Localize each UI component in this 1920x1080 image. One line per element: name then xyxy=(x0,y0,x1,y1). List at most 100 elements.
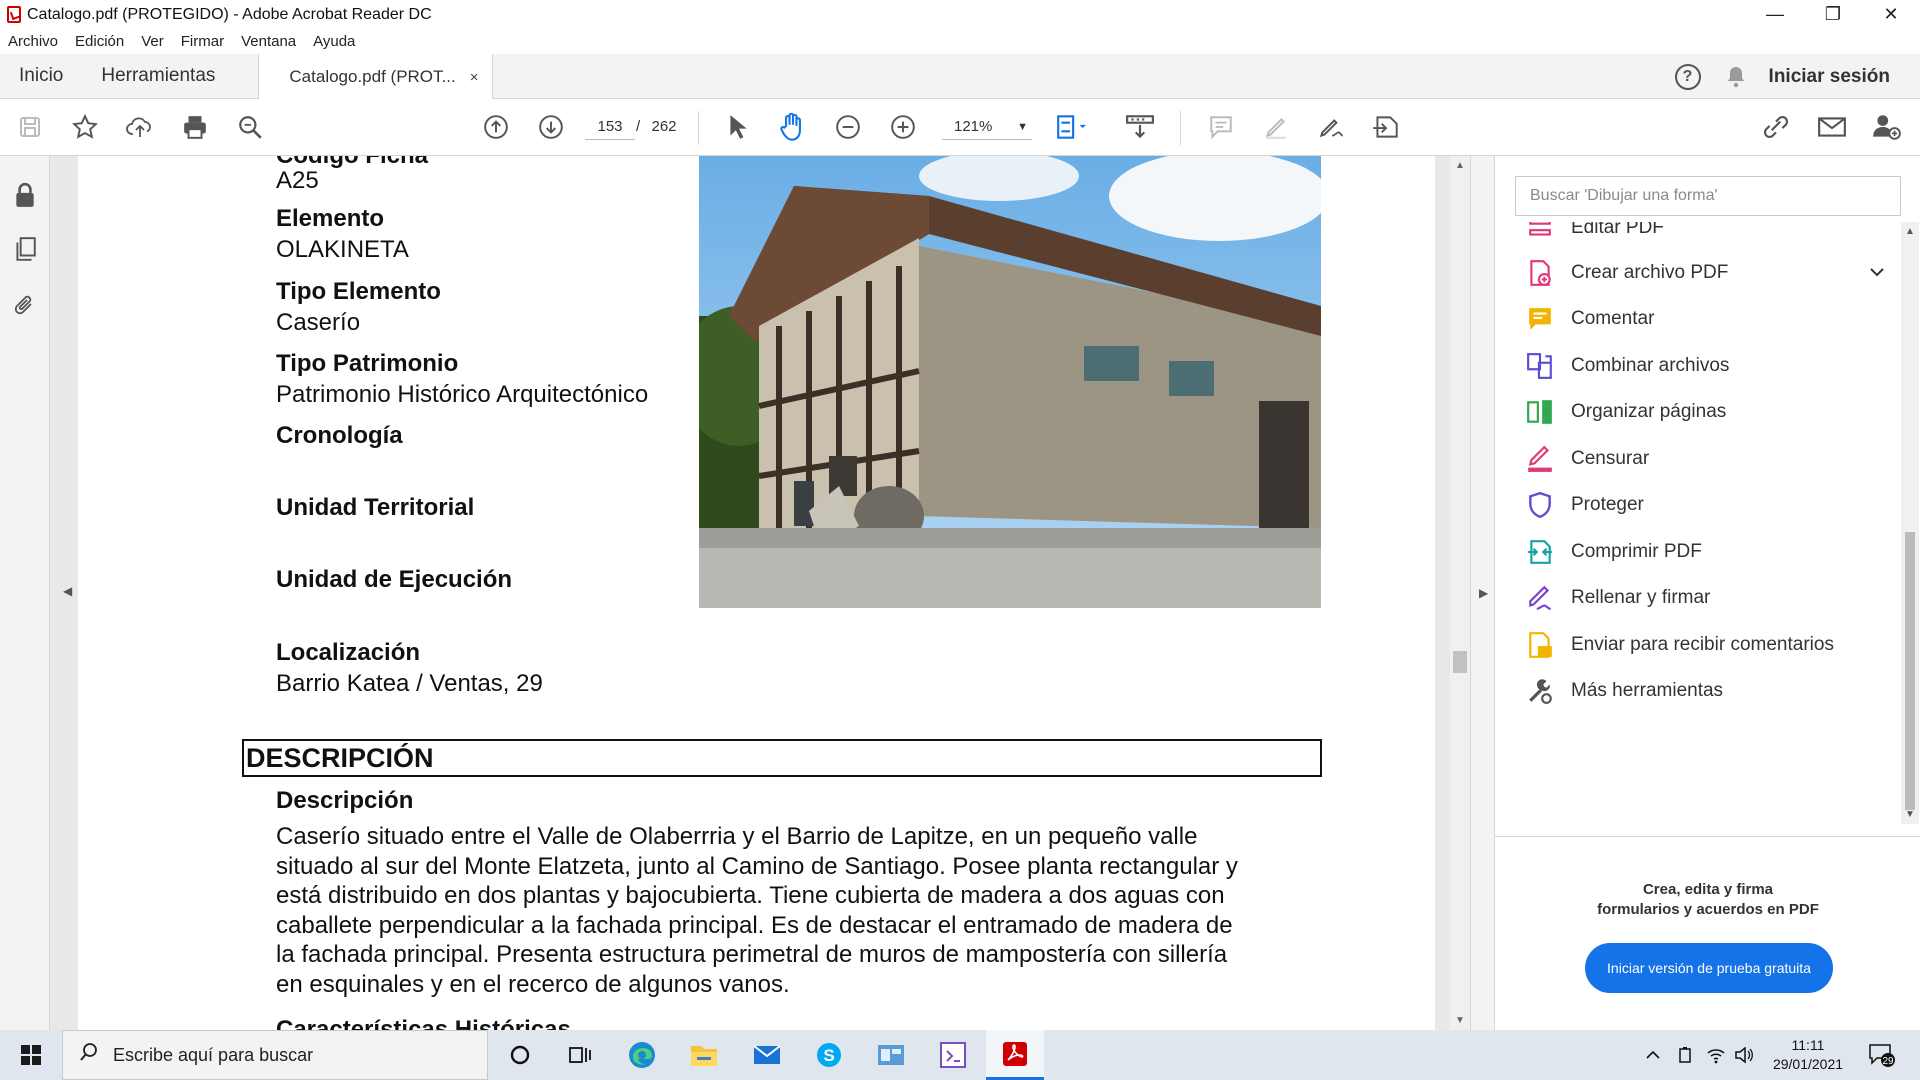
scrollbar-thumb[interactable] xyxy=(1453,651,1467,673)
tool-combinar[interactable]: Combinar archivos xyxy=(1525,346,1885,386)
field-label-cronologia: Cronología xyxy=(276,422,403,449)
field-label-unidad-ejecucion: Unidad de Ejecución xyxy=(276,566,513,593)
tool-comentar[interactable]: Comentar xyxy=(1525,299,1885,339)
scroll-down-icon[interactable]: ▼ xyxy=(1905,809,1915,820)
menu-ayuda[interactable]: Ayuda xyxy=(313,33,355,50)
tool-proteger[interactable]: Proteger xyxy=(1525,485,1885,525)
taskbar-search-placeholder: Escribe aquí para buscar xyxy=(113,1044,314,1065)
page-fit-icon[interactable] xyxy=(1055,111,1087,143)
comment-icon[interactable] xyxy=(1205,111,1237,143)
tab-document[interactable]: Catalogo.pdf (PROT... × xyxy=(258,54,494,100)
free-trial-button[interactable]: Iniciar versión de prueba gratuita xyxy=(1585,943,1833,993)
restore-button[interactable]: ❐ xyxy=(1804,0,1862,29)
help-icon[interactable]: ? xyxy=(1674,63,1701,90)
tab-inicio[interactable]: Inicio xyxy=(0,54,82,99)
panel-divider xyxy=(1495,836,1920,837)
tab-bar-right: ? Iniciar sesión xyxy=(1674,54,1920,99)
search-zoom-icon[interactable] xyxy=(234,111,266,143)
attachment-paperclip-icon[interactable] xyxy=(12,292,38,318)
select-cursor-icon[interactable] xyxy=(722,111,754,143)
star-bookmark-icon[interactable] xyxy=(69,111,101,143)
link-share-icon[interactable] xyxy=(1760,111,1792,143)
wifi-network-icon[interactable] xyxy=(1706,1030,1726,1080)
collapse-left-panel-icon[interactable]: ◀ xyxy=(63,584,72,598)
notification-center-icon[interactable]: 29 xyxy=(1868,1030,1896,1080)
notification-bell-icon[interactable] xyxy=(1725,65,1747,89)
sign-pen-icon[interactable] xyxy=(1315,111,1347,143)
add-user-icon[interactable] xyxy=(1870,111,1902,143)
zoom-out-icon[interactable] xyxy=(832,111,864,143)
tool-censurar[interactable]: Censurar xyxy=(1525,439,1885,479)
collapse-right-panel-icon[interactable]: ▶ xyxy=(1479,586,1488,600)
zoom-in-icon[interactable] xyxy=(887,111,919,143)
tools-scrollbar[interactable]: ▲ ▼ xyxy=(1901,222,1919,824)
mail-icon[interactable] xyxy=(738,1030,796,1080)
tool-label: Rellenar y firmar xyxy=(1571,587,1711,608)
menu-ver[interactable]: Ver xyxy=(141,33,164,50)
minimize-button[interactable]: — xyxy=(1746,0,1804,29)
save-icon[interactable] xyxy=(14,111,46,143)
building-photo xyxy=(699,156,1321,608)
previous-page-icon[interactable] xyxy=(480,111,512,143)
menu-ventana[interactable]: Ventana xyxy=(241,33,296,50)
email-icon[interactable] xyxy=(1816,111,1848,143)
scroll-down-icon[interactable]: ▼ xyxy=(1455,1015,1465,1026)
zoom-level-select[interactable]: 121% ▼ xyxy=(942,114,1032,140)
tab-close-icon[interactable]: × xyxy=(470,69,479,86)
close-button[interactable]: ✕ xyxy=(1862,0,1920,29)
print-icon[interactable] xyxy=(179,111,211,143)
tool-comprimir[interactable]: Comprimir PDF xyxy=(1525,532,1885,572)
upload-cloud-icon[interactable] xyxy=(124,111,156,143)
fill-sign-icon xyxy=(1525,583,1555,613)
task-view-icon[interactable] xyxy=(551,1030,609,1080)
taskbar-search-box[interactable]: Escribe aquí para buscar xyxy=(62,1030,488,1080)
battery-icon[interactable] xyxy=(1677,1030,1693,1080)
volume-speaker-icon[interactable] xyxy=(1734,1030,1754,1080)
document-viewport[interactable]: ◀ Código Ficha A25 Elemento OLAKINETA Ti… xyxy=(50,156,1460,1030)
page-separator: / xyxy=(636,118,641,135)
hand-tool-icon[interactable] xyxy=(777,111,809,143)
tool-mas-herramientas[interactable]: Más herramientas xyxy=(1525,671,1885,711)
pages-thumbnails-icon[interactable] xyxy=(12,236,38,262)
tools-search-input[interactable]: Buscar 'Dibujar una forma' xyxy=(1515,176,1901,216)
cortana-icon[interactable] xyxy=(491,1030,549,1080)
skype-icon[interactable]: S xyxy=(800,1030,858,1080)
edge-browser-icon[interactable] xyxy=(613,1030,671,1080)
scroll-up-icon[interactable]: ▲ xyxy=(1905,226,1915,237)
lock-icon[interactable] xyxy=(12,182,38,208)
panel-splitter[interactable]: ▶ xyxy=(1470,156,1494,1030)
scroll-up-icon[interactable]: ▲ xyxy=(1455,160,1465,171)
tools-scrollbar-thumb[interactable] xyxy=(1905,532,1915,810)
tool-rellenar-firmar[interactable]: Rellenar y firmar xyxy=(1525,578,1885,618)
tool-label: Combinar archivos xyxy=(1571,355,1730,376)
scroll-mode-icon[interactable] xyxy=(1124,111,1156,143)
chevron-down-icon[interactable] xyxy=(1869,264,1885,282)
share-edit-icon[interactable] xyxy=(1370,111,1402,143)
tab-herramientas[interactable]: Herramientas xyxy=(82,54,234,99)
compress-icon xyxy=(1525,537,1555,567)
acrobat-reader-taskbar-icon[interactable] xyxy=(986,1030,1044,1080)
signin-button[interactable]: Iniciar sesión xyxy=(1769,66,1890,88)
menu-firmar[interactable]: Firmar xyxy=(181,33,224,50)
start-button[interactable] xyxy=(0,1030,62,1080)
document-scrollbar[interactable]: ▲ ▼ xyxy=(1450,156,1470,1030)
title-bar: Catalogo.pdf (PROTEGIDO) - Adobe Acrobat… xyxy=(0,0,1920,29)
next-page-icon[interactable] xyxy=(535,111,567,143)
show-hidden-icons[interactable] xyxy=(1645,1030,1661,1080)
edit-pdf-icon xyxy=(1525,222,1555,243)
tool-organizar[interactable]: Organizar páginas xyxy=(1525,392,1885,432)
control-panel-icon[interactable] xyxy=(862,1030,920,1080)
system-clock[interactable]: 11:11 29/01/2021 xyxy=(1765,1036,1851,1074)
desc-line: en esquinales y en el recerco de algunos… xyxy=(276,970,790,998)
menu-edicion[interactable]: Edición xyxy=(75,33,124,50)
highlight-pen-icon[interactable] xyxy=(1260,111,1292,143)
acrobat-window: Catalogo.pdf (PROTEGIDO) - Adobe Acrobat… xyxy=(0,0,1920,1080)
promo-line-2: formularios y acuerdos en PDF xyxy=(1597,901,1819,918)
menu-archivo[interactable]: Archivo xyxy=(8,33,58,50)
tool-enviar-comentarios[interactable]: Enviar para recibir comentarios xyxy=(1525,625,1903,665)
file-explorer-icon[interactable] xyxy=(675,1030,733,1080)
tool-editar-pdf[interactable]: Editar PDF xyxy=(1525,222,1885,248)
visual-studio-icon[interactable] xyxy=(924,1030,982,1080)
page-number-input[interactable]: 153 xyxy=(585,114,635,140)
tool-crear-pdf[interactable]: Crear archivo PDF xyxy=(1525,253,1885,293)
